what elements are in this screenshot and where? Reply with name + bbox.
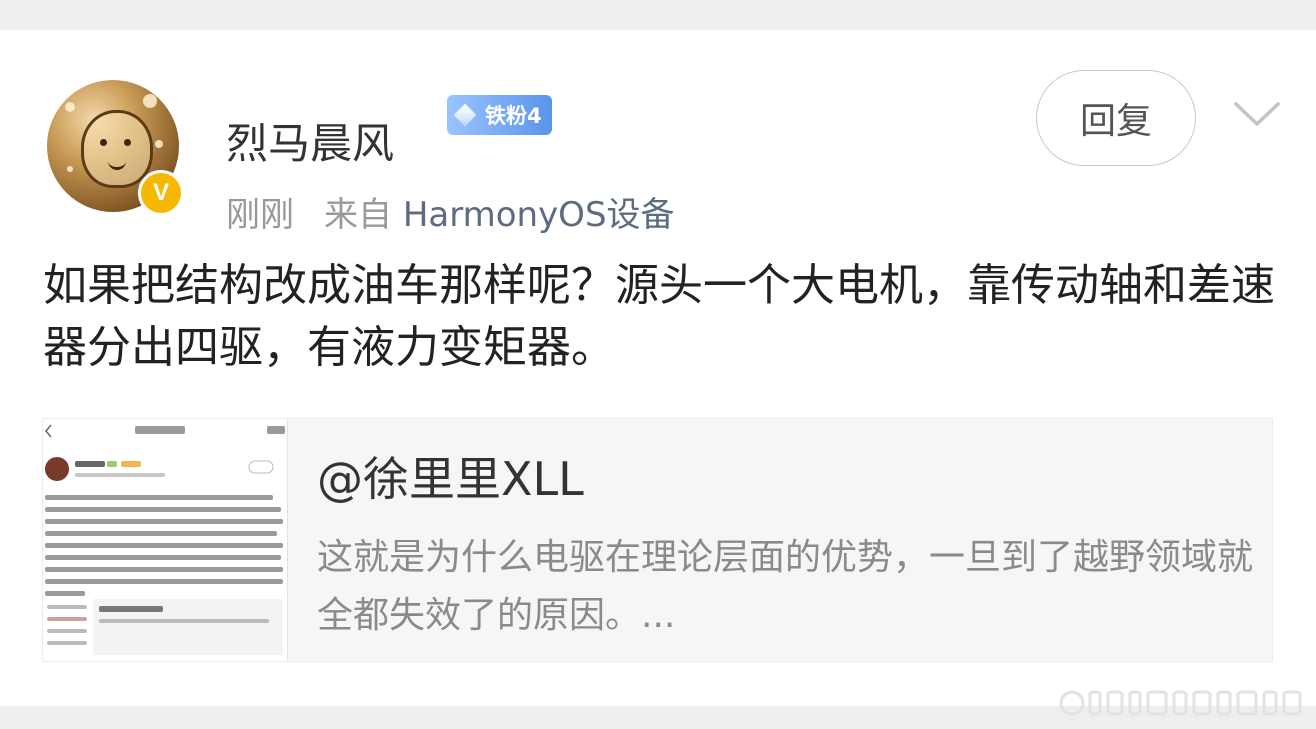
username[interactable]: 烈马晨风	[226, 114, 394, 174]
source-prefix: 来自	[324, 195, 392, 235]
fan-badge-label: 铁粉4	[485, 104, 542, 128]
quoted-text: 这就是为什么电驱在理论层面的优势，一旦到了越野领域就全都失效了的原因。...	[317, 537, 1254, 636]
post-time: 刚刚	[226, 195, 294, 235]
verified-v-icon: V	[138, 170, 184, 216]
source-device-link[interactable]: HarmonyOS设备	[403, 195, 675, 235]
weibo-watermark	[1058, 686, 1308, 720]
comment-screenshot-thumbnail[interactable]	[43, 419, 288, 661]
quoted-post[interactable]: @徐里里XLL 这就是为什么电驱在理论层面的优势，一旦到了越野领域就全都失效了的…	[42, 418, 1273, 662]
diamond-icon	[453, 103, 477, 127]
post-content: 如果把结构改成油车那样呢？源头一个大电机，靠传动轴和差速器分出四驱，有液力变矩器…	[43, 260, 1275, 373]
post-source: 来自 HarmonyOS设备	[324, 190, 675, 240]
post-card: V 烈马晨风 铁粉4 刚刚 来自 HarmonyOS设备 回复 如果把结构改成油…	[0, 30, 1316, 716]
quoted-author[interactable]: @徐里里XLL	[317, 449, 584, 509]
reply-button[interactable]: 回复	[1036, 70, 1196, 166]
chevron-down-icon[interactable]	[1232, 94, 1282, 134]
post-meta: 刚刚 来自 HarmonyOS设备	[226, 190, 675, 240]
fan-badge[interactable]: 铁粉4	[447, 95, 552, 135]
